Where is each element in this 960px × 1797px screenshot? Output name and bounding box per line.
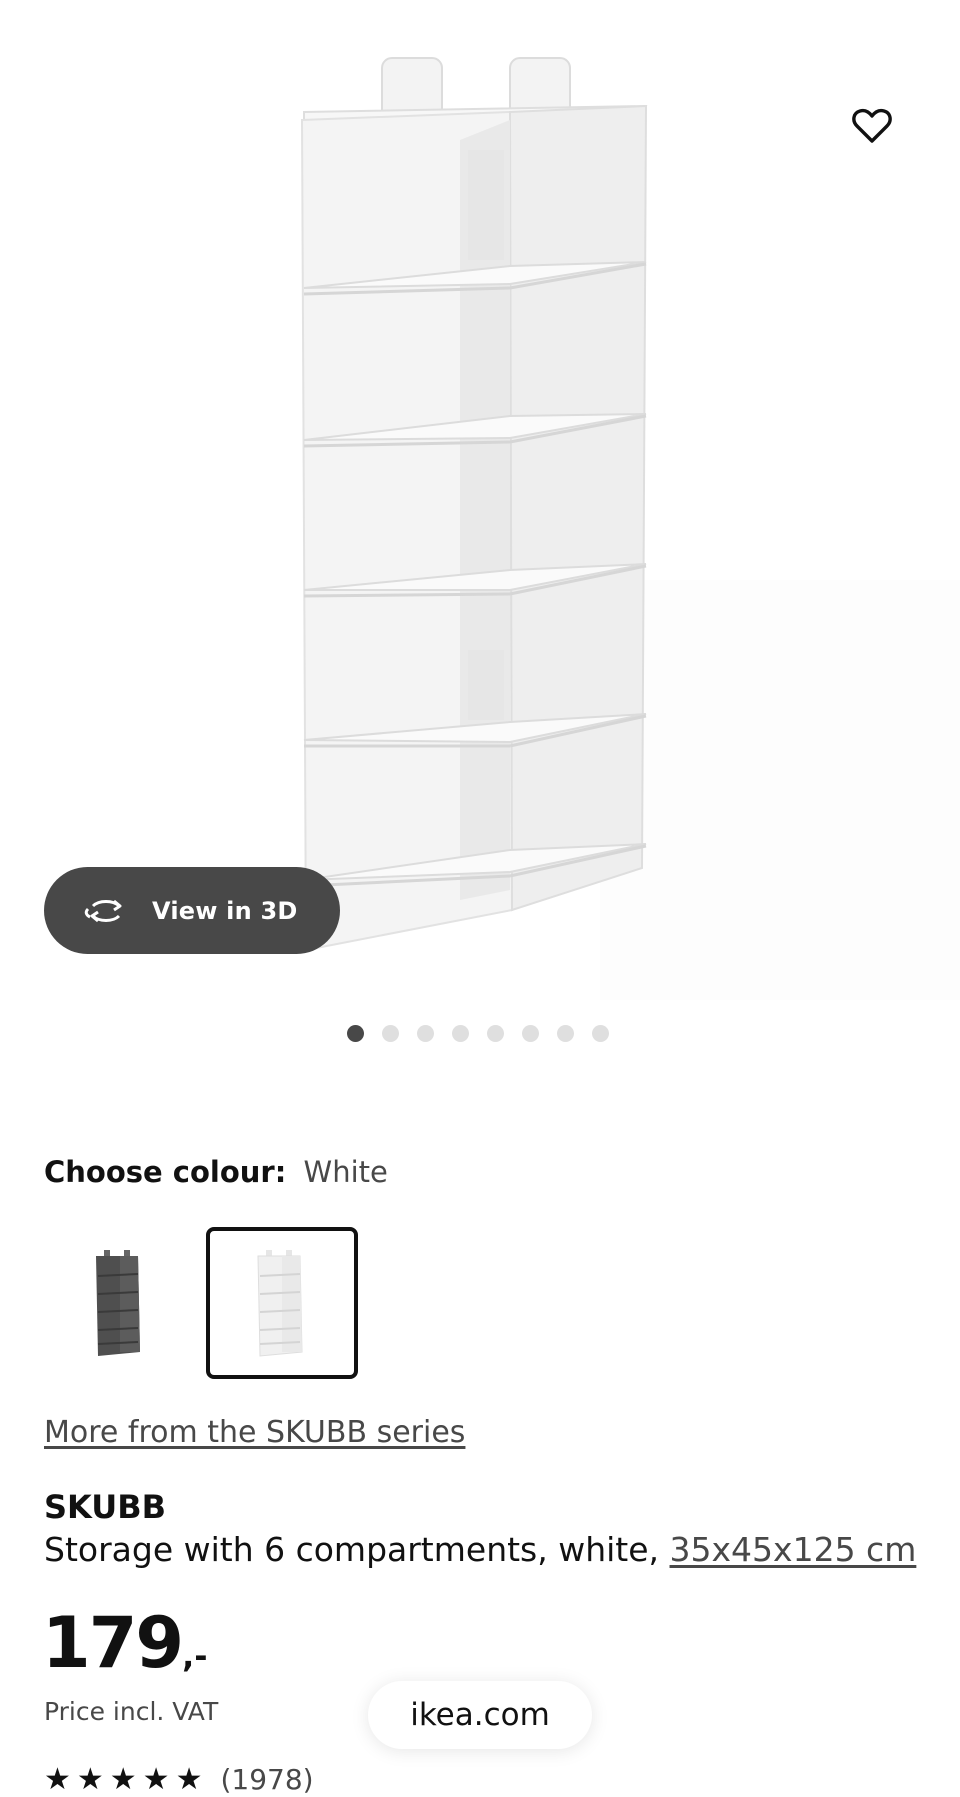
view-in-3d-label: View in 3D [152,896,298,925]
price-decimals: ,- [182,1637,208,1675]
browser-url-pill[interactable]: ikea.com [368,1681,592,1749]
series-link[interactable]: More from the SKUBB series [44,1415,465,1450]
product-price: 179,- [42,1608,208,1678]
product-description-text: Storage with 6 compartments, white, [44,1530,670,1569]
product-gallery[interactable]: View in 3D [0,0,960,1000]
price-integer: 179 [42,1602,184,1684]
colour-label: Choose colour: [44,1155,287,1189]
colour-chooser-heading: Choose colour: White [44,1155,388,1189]
carousel-dot[interactable] [347,1024,364,1042]
product-dimensions-link[interactable]: 35x45x125 cm [670,1530,917,1569]
swatch-white[interactable] [206,1227,358,1379]
price-note: Price incl. VAT [44,1697,219,1726]
white-variant-thumbnail [257,1250,303,1357]
product-name: SKUBB [44,1488,167,1526]
view-in-3d-button[interactable]: View in 3D [44,867,340,954]
swatch-dark-grey[interactable] [44,1227,196,1379]
carousel-dot[interactable] [487,1024,504,1042]
colour-value: White [303,1155,388,1189]
carousel-dot[interactable] [557,1024,574,1042]
carousel-dot[interactable] [382,1024,399,1042]
carousel-dot[interactable] [522,1024,539,1042]
dark-grey-variant-thumbnail [96,1250,140,1356]
carousel-dot[interactable] [592,1024,609,1042]
colour-swatches [44,1227,368,1379]
browser-url: ikea.com [410,1697,550,1733]
wishlist-button[interactable] [848,102,896,150]
carousel-dot[interactable] [452,1024,469,1042]
product-description: Storage with 6 compartments, white, 35x4… [44,1530,944,1569]
heart-outline-icon [852,108,892,143]
rotate-3d-icon [82,895,130,927]
carousel-dot[interactable] [417,1024,434,1042]
product-image[interactable] [290,50,670,990]
carousel-indicator [347,1023,627,1043]
